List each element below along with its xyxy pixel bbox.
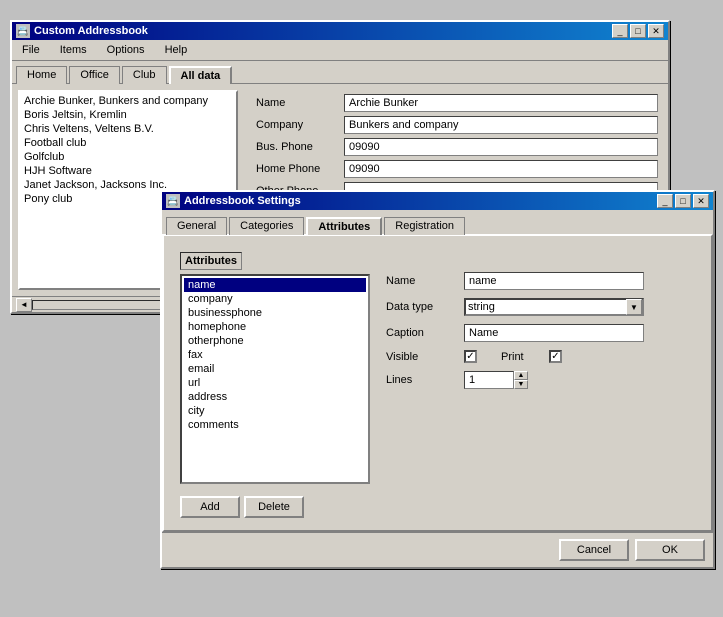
- dialog-bottom-buttons: Cancel OK: [162, 532, 713, 567]
- lines-input[interactable]: [464, 371, 514, 389]
- tab-office[interactable]: Office: [69, 66, 120, 84]
- attributes-panel: Attributes name company businessphone ho…: [180, 252, 370, 484]
- settings-datatype-select[interactable]: string integer boolean date: [464, 298, 644, 316]
- attr-item-address[interactable]: address: [184, 390, 366, 404]
- close-button[interactable]: ✕: [648, 24, 664, 38]
- settings-row-visible: Visible ✓ Print ✓: [386, 350, 695, 363]
- spinner-buttons: ▲ ▼: [514, 371, 528, 389]
- settings-window-icon: 📇: [166, 194, 180, 208]
- menu-items[interactable]: Items: [54, 42, 93, 58]
- delete-button[interactable]: Delete: [244, 496, 304, 518]
- contact-item[interactable]: HJH Software: [22, 164, 234, 178]
- attr-item-city[interactable]: city: [184, 404, 366, 418]
- settings-tab-content: Attributes name company businessphone ho…: [162, 234, 713, 532]
- settings-caption-label: Caption: [386, 327, 456, 339]
- settings-close-button[interactable]: ✕: [693, 194, 709, 208]
- bus-phone-input[interactable]: [344, 138, 658, 156]
- lines-spinner: ▲ ▼: [464, 371, 528, 389]
- attr-item-company[interactable]: company: [184, 292, 366, 306]
- minimize-button[interactable]: _: [612, 24, 628, 38]
- settings-tabs: General Categories Attributes Registrati…: [162, 210, 713, 234]
- settings-window-title: Addressbook Settings: [184, 195, 301, 207]
- settings-row-name: Name: [386, 272, 695, 290]
- tab-home[interactable]: Home: [16, 66, 67, 84]
- tab-registration[interactable]: Registration: [384, 217, 465, 235]
- settings-lines-label: Lines: [386, 374, 456, 386]
- attr-item-homephone[interactable]: homephone: [184, 320, 366, 334]
- menu-file[interactable]: File: [16, 42, 46, 58]
- spinner-up-button[interactable]: ▲: [514, 371, 528, 380]
- settings-title-bar: 📇 Addressbook Settings _ □ ✕: [162, 192, 713, 210]
- settings-caption-input[interactable]: [464, 324, 644, 342]
- print-checkbox[interactable]: ✓: [549, 350, 562, 363]
- tab-general[interactable]: General: [166, 217, 227, 235]
- main-window-title: Custom Addressbook: [34, 25, 148, 37]
- ok-button[interactable]: OK: [635, 539, 705, 561]
- bus-phone-label: Bus. Phone: [256, 141, 336, 153]
- attributes-section-title: Attributes: [180, 252, 242, 270]
- main-tabs: Home Office Club All data: [12, 61, 668, 83]
- attr-item-comments[interactable]: comments: [184, 418, 366, 432]
- menu-bar: File Items Options Help: [12, 40, 668, 61]
- contact-item[interactable]: Chris Veltens, Veltens B.V.: [22, 122, 234, 136]
- main-window-icon: 📇: [16, 24, 30, 38]
- menu-help[interactable]: Help: [159, 42, 194, 58]
- contact-item[interactable]: Golfclub: [22, 150, 234, 164]
- attr-item-businessphone[interactable]: businessphone: [184, 306, 366, 320]
- settings-row-caption: Caption: [386, 324, 695, 342]
- form-row-company: Company: [256, 116, 658, 134]
- attribute-settings-panel: Name Data type string integer boolean da…: [386, 252, 695, 484]
- settings-window: 📇 Addressbook Settings _ □ ✕ General Cat…: [160, 190, 715, 569]
- contact-item[interactable]: Boris Jeltsin, Kremlin: [22, 108, 234, 122]
- home-phone-input[interactable]: [344, 160, 658, 178]
- scroll-left[interactable]: ◄: [16, 298, 32, 312]
- settings-name-label: Name: [386, 275, 456, 287]
- company-input[interactable]: [344, 116, 658, 134]
- tab-attributes[interactable]: Attributes: [306, 217, 382, 235]
- attr-item-fax[interactable]: fax: [184, 348, 366, 362]
- company-label: Company: [256, 119, 336, 131]
- contact-item[interactable]: Football club: [22, 136, 234, 150]
- settings-main-area: Attributes name company businessphone ho…: [172, 244, 703, 492]
- settings-visible-label: Visible: [386, 351, 456, 363]
- attr-item-name[interactable]: name: [184, 278, 366, 292]
- name-label: Name: [256, 97, 336, 109]
- settings-minimize-button[interactable]: _: [657, 194, 673, 208]
- print-checkbox-wrapper: ✓: [549, 350, 562, 363]
- attribute-action-buttons: Add Delete: [172, 492, 703, 522]
- form-row-homephone: Home Phone: [256, 160, 658, 178]
- name-input[interactable]: [344, 94, 658, 112]
- settings-row-datatype: Data type string integer boolean date ▼: [386, 298, 695, 316]
- settings-name-input[interactable]: [464, 272, 644, 290]
- settings-maximize-button[interactable]: □: [675, 194, 691, 208]
- tab-club[interactable]: Club: [122, 66, 167, 84]
- tab-categories[interactable]: Categories: [229, 217, 304, 235]
- settings-datatype-wrapper: string integer boolean date ▼: [464, 298, 644, 316]
- settings-row-lines: Lines ▲ ▼: [386, 371, 695, 389]
- settings-datatype-label: Data type: [386, 301, 456, 313]
- contact-item[interactable]: Archie Bunker, Bunkers and company: [22, 94, 234, 108]
- settings-title-buttons: _ □ ✕: [657, 194, 709, 208]
- attr-item-otherphone[interactable]: otherphone: [184, 334, 366, 348]
- menu-options[interactable]: Options: [101, 42, 151, 58]
- main-title-bar: 📇 Custom Addressbook _ □ ✕: [12, 22, 668, 40]
- form-row-busphone: Bus. Phone: [256, 138, 658, 156]
- cancel-button[interactable]: Cancel: [559, 539, 629, 561]
- maximize-button[interactable]: □: [630, 24, 646, 38]
- form-row-name: Name: [256, 94, 658, 112]
- attributes-list: name company businessphone homephone oth…: [180, 274, 370, 484]
- settings-print-label: Print: [501, 351, 541, 363]
- visible-checkbox-wrapper: ✓: [464, 350, 477, 363]
- spinner-down-button[interactable]: ▼: [514, 380, 528, 389]
- attr-item-email[interactable]: email: [184, 362, 366, 376]
- attr-item-url[interactable]: url: [184, 376, 366, 390]
- add-button[interactable]: Add: [180, 496, 240, 518]
- home-phone-label: Home Phone: [256, 163, 336, 175]
- main-title-buttons: _ □ ✕: [612, 24, 664, 38]
- tab-alldata[interactable]: All data: [169, 66, 233, 84]
- visible-checkbox[interactable]: ✓: [464, 350, 477, 363]
